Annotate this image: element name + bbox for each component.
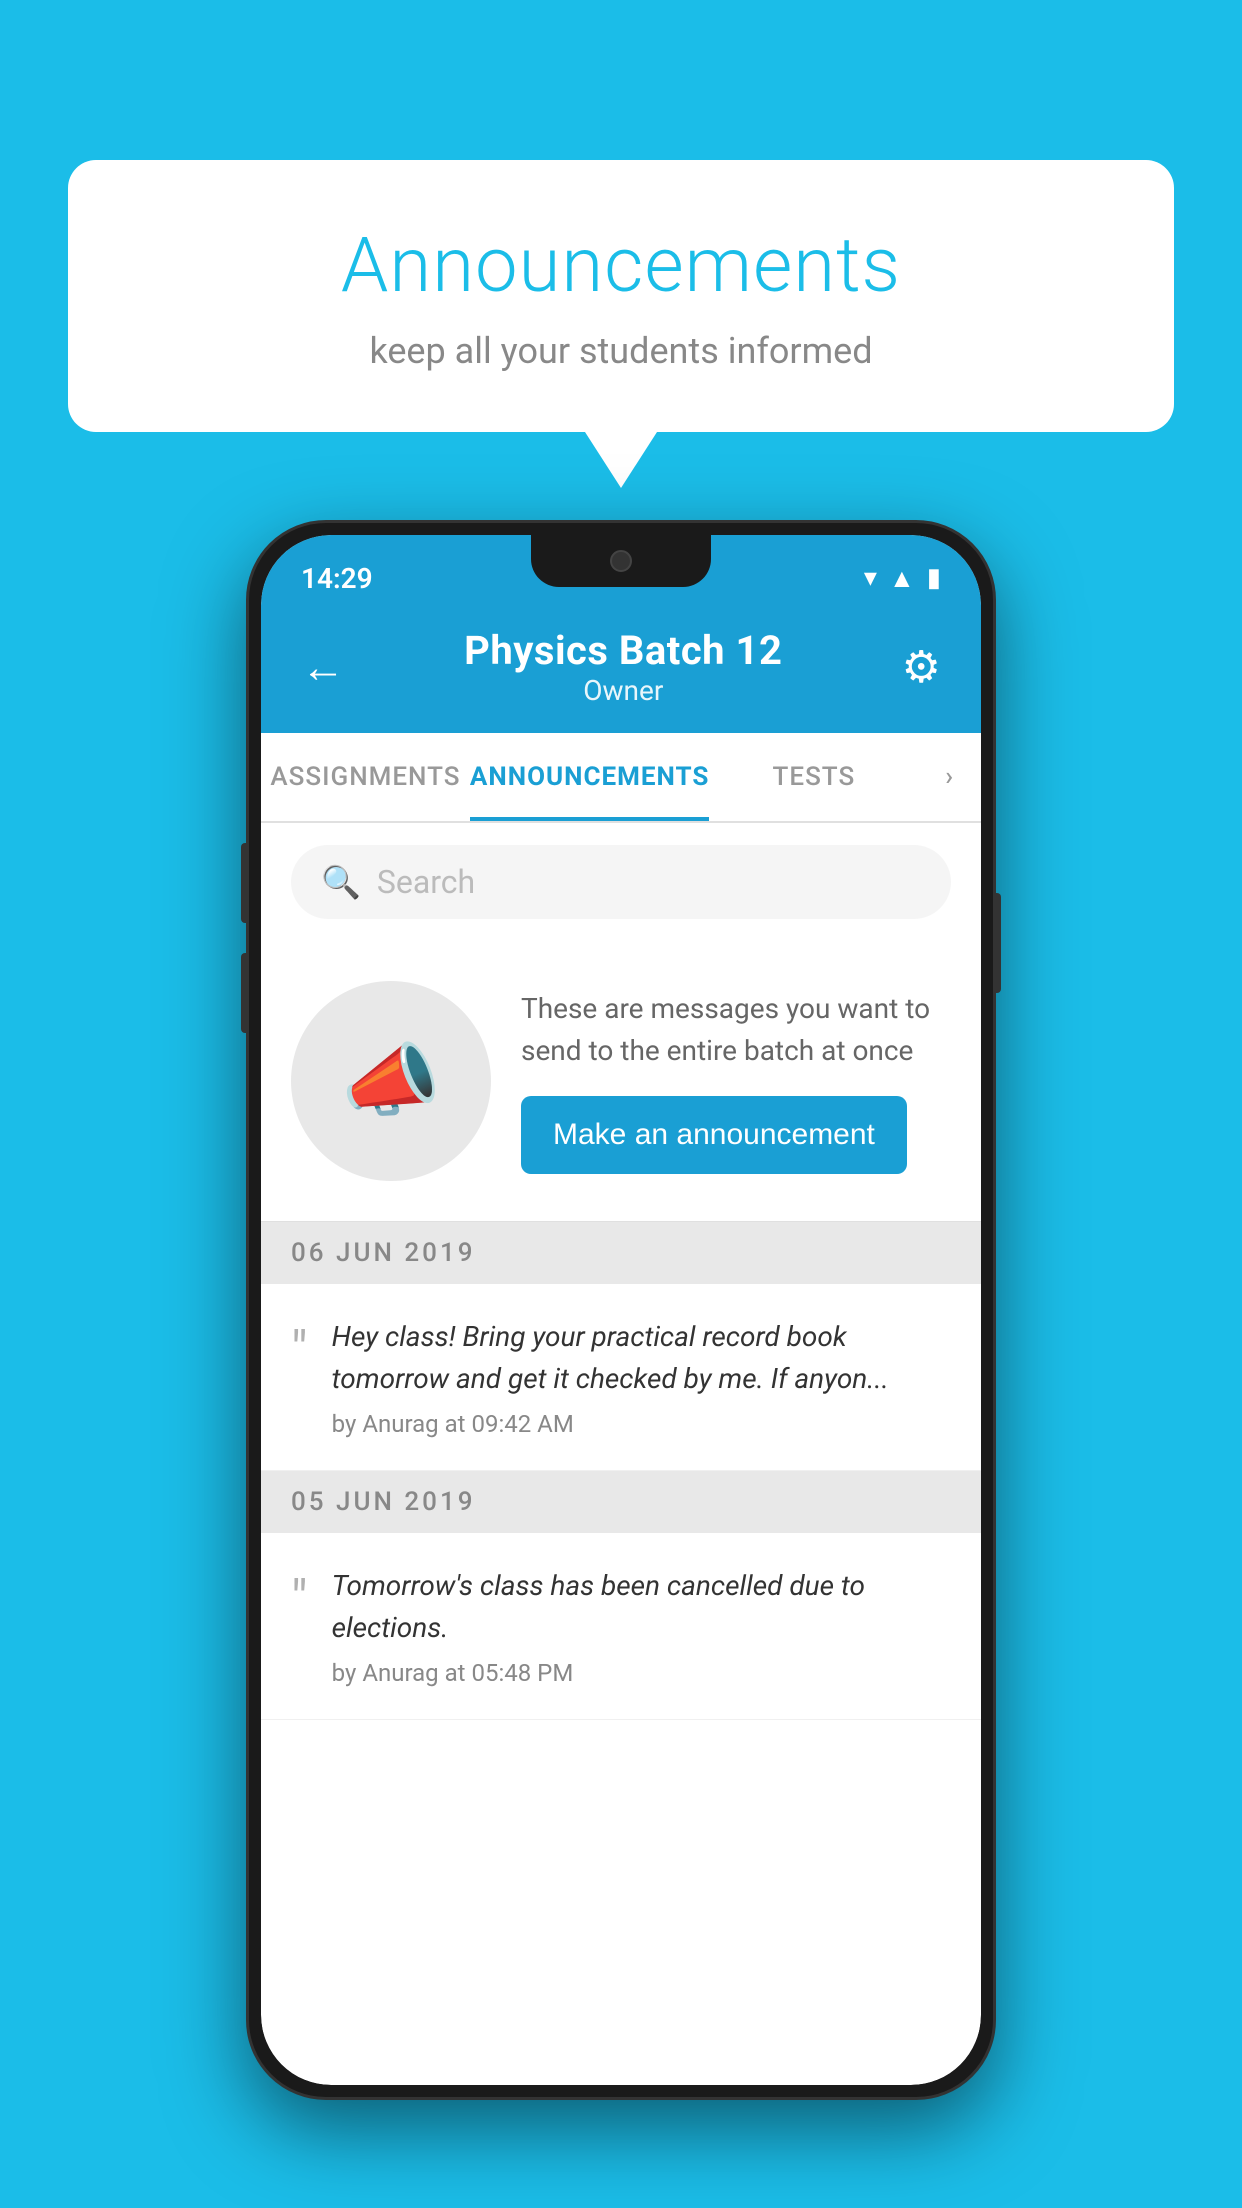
signal-icon: ▲ bbox=[889, 563, 915, 594]
speech-bubble-title: Announcements bbox=[148, 220, 1094, 310]
search-placeholder: Search bbox=[377, 863, 475, 901]
phone-inner: 14:29 ▾ ▲ ▮ ← Physics Batch 12 Owner ⚙ bbox=[261, 535, 981, 2085]
announcement-meta-2: by Anurag at 05:48 PM bbox=[332, 1659, 951, 1687]
promo-description: These are messages you want to send to t… bbox=[521, 988, 951, 1072]
quote-icon-2: " bbox=[291, 1569, 308, 1630]
search-container: 🔍 Search bbox=[261, 823, 981, 941]
header-subtitle: Owner bbox=[345, 674, 902, 707]
phone-mockup: 14:29 ▾ ▲ ▮ ← Physics Batch 12 Owner ⚙ bbox=[246, 520, 996, 2100]
header-title-group: Physics Batch 12 Owner bbox=[345, 627, 902, 707]
announcement-content-1: Hey class! Bring your practical record b… bbox=[332, 1316, 951, 1438]
promo-section: 📣 These are messages you want to send to… bbox=[261, 941, 981, 1222]
announcement-item-2: " Tomorrow's class has been cancelled du… bbox=[261, 1533, 981, 1720]
phone-camera bbox=[610, 550, 632, 572]
power-button bbox=[993, 893, 1001, 993]
search-icon: 🔍 bbox=[321, 863, 361, 901]
announcement-text-1: Hey class! Bring your practical record b… bbox=[332, 1316, 951, 1400]
announcement-content-2: Tomorrow's class has been cancelled due … bbox=[332, 1565, 951, 1687]
phone-screen: 14:29 ▾ ▲ ▮ ← Physics Batch 12 Owner ⚙ bbox=[261, 535, 981, 2085]
announcement-item-1: " Hey class! Bring your practical record… bbox=[261, 1284, 981, 1471]
app-header: ← Physics Batch 12 Owner ⚙ bbox=[261, 607, 981, 733]
announcement-icon-circle: 📣 bbox=[291, 981, 491, 1181]
tab-announcements[interactable]: ANNOUNCEMENTS bbox=[470, 733, 709, 821]
date-separator-2: 05 JUN 2019 bbox=[261, 1471, 981, 1533]
speech-bubble-subtitle: keep all your students informed bbox=[148, 330, 1094, 372]
phone-notch bbox=[531, 535, 711, 587]
header-title: Physics Batch 12 bbox=[345, 627, 902, 674]
announcement-text-2: Tomorrow's class has been cancelled due … bbox=[332, 1565, 951, 1649]
battery-icon: ▮ bbox=[927, 563, 941, 593]
status-time: 14:29 bbox=[301, 562, 373, 595]
status-icons: ▾ ▲ ▮ bbox=[864, 563, 941, 594]
volume-down-button bbox=[241, 953, 249, 1033]
speech-bubble-card: Announcements keep all your students inf… bbox=[68, 160, 1174, 432]
tabs-bar: ASSIGNMENTS ANNOUNCEMENTS TESTS › bbox=[261, 733, 981, 823]
volume-up-button bbox=[241, 843, 249, 923]
tab-tests[interactable]: TESTS bbox=[709, 733, 918, 821]
megaphone-icon: 📣 bbox=[341, 1034, 441, 1128]
tab-more[interactable]: › bbox=[918, 733, 981, 821]
speech-bubble-tail bbox=[585, 432, 657, 488]
back-button[interactable]: ← bbox=[301, 641, 345, 693]
wifi-icon: ▾ bbox=[864, 563, 877, 593]
make-announcement-button[interactable]: Make an announcement bbox=[521, 1096, 907, 1174]
phone-outer: 14:29 ▾ ▲ ▮ ← Physics Batch 12 Owner ⚙ bbox=[246, 520, 996, 2100]
announcement-meta-1: by Anurag at 09:42 AM bbox=[332, 1410, 951, 1438]
search-bar[interactable]: 🔍 Search bbox=[291, 845, 951, 919]
speech-bubble-section: Announcements keep all your students inf… bbox=[68, 160, 1174, 488]
quote-icon-1: " bbox=[291, 1320, 308, 1381]
gear-icon[interactable]: ⚙ bbox=[902, 641, 941, 693]
tab-assignments[interactable]: ASSIGNMENTS bbox=[261, 733, 470, 821]
promo-right: These are messages you want to send to t… bbox=[521, 988, 951, 1174]
date-separator-1: 06 JUN 2019 bbox=[261, 1222, 981, 1284]
